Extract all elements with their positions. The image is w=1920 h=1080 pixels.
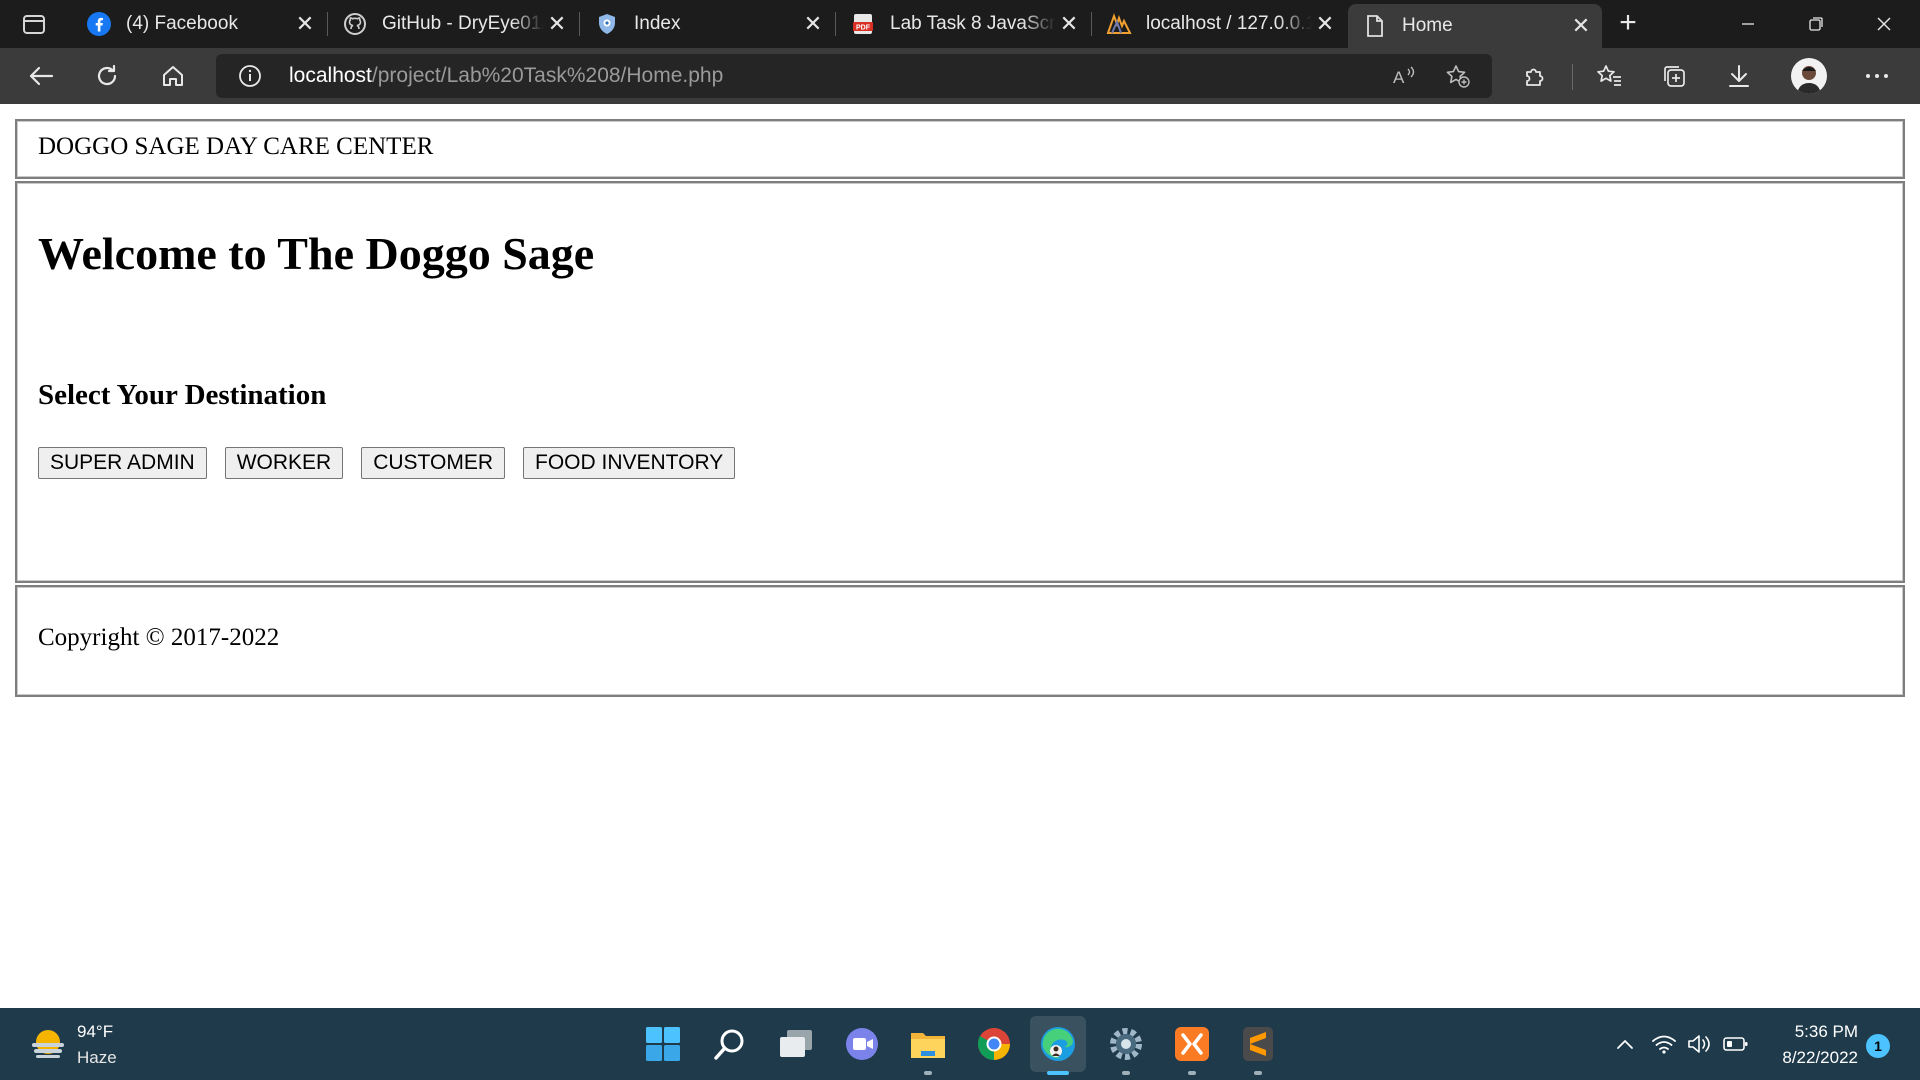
url-path: /project/Lab%20Task%208/Home.php — [371, 64, 724, 87]
page-icon — [1362, 13, 1388, 39]
url-host: localhost — [289, 64, 372, 87]
tab-index[interactable]: Index ✕ — [580, 6, 836, 42]
github-icon — [342, 11, 368, 37]
tab-title: Lab Task 8 JavaScrip — [890, 13, 1056, 34]
section-heading: Select Your Destination — [38, 379, 327, 411]
svg-text:A: A — [1393, 68, 1405, 87]
new-tab-button[interactable]: + — [1612, 8, 1644, 38]
close-icon[interactable]: ✕ — [292, 11, 318, 37]
site-footer: Copyright © 2017-2022 — [15, 585, 1905, 697]
page-title: Welcome to The Doggo Sage — [38, 228, 595, 279]
tab-home[interactable]: Home ✕ — [1348, 4, 1602, 48]
start-icon[interactable] — [643, 1024, 683, 1064]
extensions-icon[interactable] — [1516, 58, 1554, 94]
tab-title: Index — [634, 13, 681, 34]
tab-title: GitHub - DryEye01/ — [382, 13, 544, 34]
food-inventory-button[interactable]: FOOD INVENTORY — [523, 447, 736, 479]
settings-icon[interactable] — [1106, 1024, 1146, 1064]
tab-title: Home — [1402, 15, 1453, 36]
edge-icon[interactable] — [1038, 1024, 1078, 1064]
refresh-icon[interactable] — [88, 58, 126, 94]
url-text[interactable]: localhost/project/Lab%20Task%208/Home.ph… — [289, 64, 723, 88]
volume-icon[interactable] — [1686, 1030, 1714, 1058]
svg-text:PDF: PDF — [856, 25, 871, 32]
task-view-icon[interactable] — [776, 1024, 816, 1064]
shield-icon — [594, 11, 620, 37]
close-icon[interactable]: ✕ — [1568, 13, 1594, 39]
close-icon[interactable]: ✕ — [544, 11, 570, 37]
close-window-icon[interactable] — [1850, 0, 1918, 48]
sublime-text-icon[interactable] — [1238, 1024, 1278, 1064]
downloads-icon[interactable] — [1720, 58, 1758, 94]
home-icon[interactable] — [154, 58, 192, 94]
notification-badge[interactable]: 1 — [1866, 1034, 1890, 1058]
profile-avatar[interactable] — [1791, 58, 1827, 94]
wifi-icon[interactable] — [1650, 1030, 1678, 1058]
chevron-up-icon[interactable] — [1612, 1030, 1638, 1058]
super-admin-button[interactable]: SUPER ADMIN — [38, 447, 207, 479]
taskbar: 94°F Haze 5:36 PM 8/22/2022 1 — [0, 1008, 1920, 1080]
customer-button[interactable]: CUSTOMER — [361, 447, 505, 479]
teams-chat-icon[interactable] — [842, 1024, 882, 1064]
facebook-icon — [86, 11, 112, 37]
tab-title: (4) Facebook — [126, 13, 238, 34]
site-name: DOGGO SAGE DAY CARE CENTER — [38, 133, 434, 160]
weather-haze-icon[interactable] — [28, 1026, 68, 1062]
search-icon[interactable] — [710, 1024, 750, 1064]
weather-temperature[interactable]: 94°F — [77, 1022, 113, 1042]
copyright-text: Copyright © 2017-2022 — [38, 624, 280, 651]
pdf-icon: PDF — [850, 11, 876, 37]
close-icon[interactable]: ✕ — [1056, 11, 1082, 37]
clock-date[interactable]: 8/22/2022 — [1760, 1048, 1858, 1068]
close-icon[interactable]: ✕ — [1312, 11, 1338, 37]
tab-strip: (4) Facebook ✕ GitHub - DryEye01/ ✕ Inde… — [0, 0, 1920, 48]
info-icon[interactable] — [238, 64, 262, 88]
back-icon[interactable] — [22, 58, 60, 94]
restore-icon[interactable] — [1782, 0, 1850, 48]
worker-button[interactable]: WORKER — [224, 447, 344, 479]
destination-buttons: SUPER ADMIN WORKER CUSTOMER FOOD INVENTO… — [38, 447, 736, 479]
tab-github[interactable]: GitHub - DryEye01/ ✕ — [328, 6, 580, 42]
favorites-icon[interactable] — [1590, 58, 1628, 94]
read-aloud-icon[interactable]: A — [1390, 63, 1418, 89]
close-icon[interactable]: ✕ — [800, 11, 826, 37]
clock-time[interactable]: 5:36 PM — [1780, 1022, 1858, 1042]
collections-icon[interactable] — [1656, 58, 1694, 94]
browser-toolbar: localhost/project/Lab%20Task%208/Home.ph… — [0, 48, 1920, 104]
weather-description[interactable]: Haze — [77, 1048, 117, 1068]
tab-facebook[interactable]: (4) Facebook ✕ — [72, 6, 328, 42]
workspaces-icon[interactable] — [16, 10, 52, 38]
tab-lab-task[interactable]: PDF Lab Task 8 JavaScrip ✕ — [836, 6, 1092, 42]
tab-title: localhost / 127.0.0.1 — [1146, 13, 1312, 34]
page-content: DOGGO SAGE DAY CARE CENTER Welcome to Th… — [0, 104, 1920, 1008]
xampp-icon[interactable] — [1172, 1024, 1212, 1064]
add-favorite-icon[interactable] — [1444, 63, 1472, 89]
address-bar[interactable]: localhost/project/Lab%20Task%208/Home.ph… — [216, 54, 1492, 98]
tab-phpmyadmin[interactable]: localhost / 127.0.0.1 ✕ — [1092, 6, 1346, 42]
site-header: DOGGO SAGE DAY CARE CENTER — [15, 119, 1905, 179]
main-section: Welcome to The Doggo Sage Select Your De… — [15, 181, 1905, 583]
battery-icon[interactable] — [1722, 1030, 1750, 1058]
phpmyadmin-icon — [1106, 11, 1132, 37]
file-explorer-icon[interactable] — [908, 1024, 948, 1064]
minimize-icon[interactable] — [1714, 0, 1782, 48]
chrome-icon[interactable] — [974, 1024, 1014, 1064]
more-options-icon[interactable] — [1858, 58, 1896, 94]
